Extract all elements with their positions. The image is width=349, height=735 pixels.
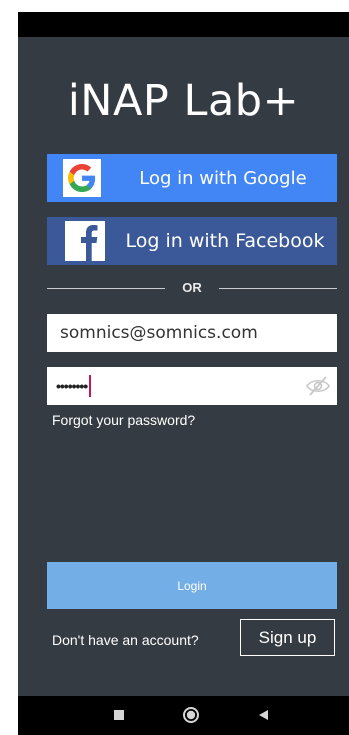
sign-up-label: Sign up [258,627,317,647]
app-title: iNAP Lab+ [67,76,300,126]
triangle-left-icon[interactable] [256,708,270,727]
login-button-label: Login [177,578,207,593]
email-field[interactable]: somnics@somnics.com [47,314,337,352]
password-field[interactable]: •••••••• [47,367,337,405]
divider-line-right [219,288,337,289]
facebook-icon [65,221,105,261]
google-icon [63,159,101,197]
facebook-login-label: Log in with Facebook [125,230,325,252]
or-divider: OR [47,278,337,298]
login-button[interactable]: Login [47,562,337,609]
google-login-label: Log in with Google [139,167,307,189]
circle-icon[interactable] [182,706,200,729]
square-icon[interactable] [112,708,126,727]
password-masked-value: •••••••• [56,378,88,394]
forgot-password-link[interactable]: Forgot your password? [52,412,195,428]
sign-up-button[interactable]: Sign up [240,619,335,656]
email-value: somnics@somnics.com [60,323,258,343]
text-caret [89,375,92,397]
status-bar [18,12,349,37]
app-screen: iNAP Lab+ Log in with Google Log in with… [18,12,349,735]
android-nav-bar [18,696,349,735]
google-login-button[interactable]: Log in with Google [47,154,337,202]
no-account-text: Don't have an account? [52,632,199,648]
eye-off-icon[interactable] [305,374,331,403]
facebook-login-button[interactable]: Log in with Facebook [47,217,337,265]
